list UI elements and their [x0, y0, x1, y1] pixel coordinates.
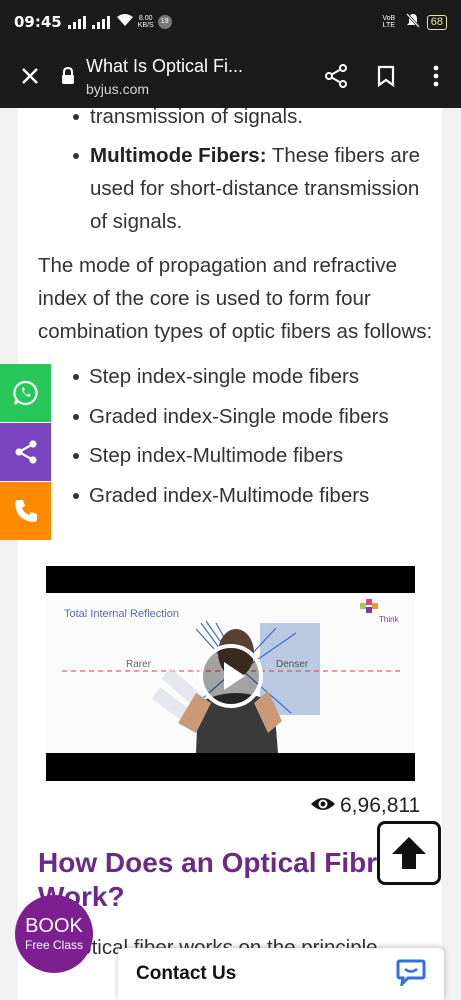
- list-item: Graded index-Multimode fibers: [38, 479, 438, 519]
- close-icon[interactable]: [0, 44, 60, 108]
- list-item: Step index-Multimode fibers: [38, 439, 438, 479]
- fiber-types-list: Step index-single mode fibers Graded ind…: [38, 360, 438, 518]
- whatsapp-button[interactable]: [0, 364, 51, 422]
- page-title: What Is Optical Fi...: [86, 55, 244, 76]
- article-body: transmission of signals. Multimode Fiber…: [38, 108, 438, 518]
- list-item: transmission of signals.: [38, 108, 438, 133]
- prev-item-tail: transmission of signals.: [90, 108, 304, 128]
- multimode-term: Multimode Fibers:: [90, 144, 267, 167]
- page-info[interactable]: What Is Optical Fi... byjus.com: [86, 56, 311, 97]
- wifi-icon: [116, 13, 134, 31]
- phone-icon: [14, 500, 37, 522]
- scroll-to-top-button[interactable]: [377, 821, 441, 885]
- browser-toolbar: What Is Optical Fi... byjus.com: [0, 44, 461, 108]
- book-free-class-button[interactable]: BOOK Free Class: [15, 895, 93, 973]
- video-label-denser: Denser: [276, 659, 309, 670]
- list-item: Step index-single mode fibers: [38, 360, 438, 400]
- paragraph: The mode of propagation and refractive i…: [38, 254, 433, 343]
- page-url: byjus.com: [86, 80, 150, 97]
- share-icon: [14, 440, 37, 464]
- section-heading: How Does an Optical Fibre Work?: [38, 847, 393, 912]
- status-time: 09:45: [14, 13, 62, 31]
- contact-us-bar[interactable]: Contact Us: [118, 948, 444, 1000]
- book-title: BOOK: [25, 915, 83, 937]
- notification-badge: 19: [157, 15, 172, 29]
- signal-icon: [67, 15, 86, 29]
- eye-icon: [310, 794, 336, 818]
- share-button[interactable]: [0, 423, 51, 481]
- play-icon[interactable]: [199, 644, 263, 708]
- view-count-value: 6,96,811: [340, 794, 421, 817]
- video-label-rarer: Rarer: [126, 659, 152, 670]
- call-button[interactable]: [0, 482, 51, 540]
- view-count: 6,96,811: [310, 794, 420, 818]
- chat-icon: [396, 958, 426, 991]
- book-subtitle: Free Class: [24, 938, 83, 952]
- volte-indicator: VoB LTE: [382, 15, 396, 29]
- battery-indicator: 68: [426, 14, 447, 30]
- contact-us-label: Contact Us: [136, 963, 237, 984]
- more-menu-icon[interactable]: [411, 44, 461, 108]
- signal-icon-2: [91, 15, 110, 29]
- arrow-up-icon: [392, 837, 426, 869]
- list-item: Graded index-Single mode fibers: [38, 400, 438, 440]
- whatsapp-icon: [12, 380, 38, 406]
- status-bar: 09:45 8.00 KB/S 19 VoB LTE 68: [0, 0, 461, 44]
- net-speed-unit: KB/S: [137, 22, 154, 29]
- net-speed: 8.00 KB/S: [138, 15, 154, 29]
- mute-icon: [405, 12, 421, 32]
- bookmark-icon[interactable]: [361, 44, 411, 108]
- video-player[interactable]: Total Internal Reflection Think Rarer De…: [46, 566, 415, 781]
- share-icon[interactable]: [311, 44, 361, 108]
- list-item: Multimode Fibers: These fibers are used …: [38, 139, 438, 238]
- net-speed-value: 8.00: [138, 15, 153, 22]
- lock-icon: [60, 67, 76, 85]
